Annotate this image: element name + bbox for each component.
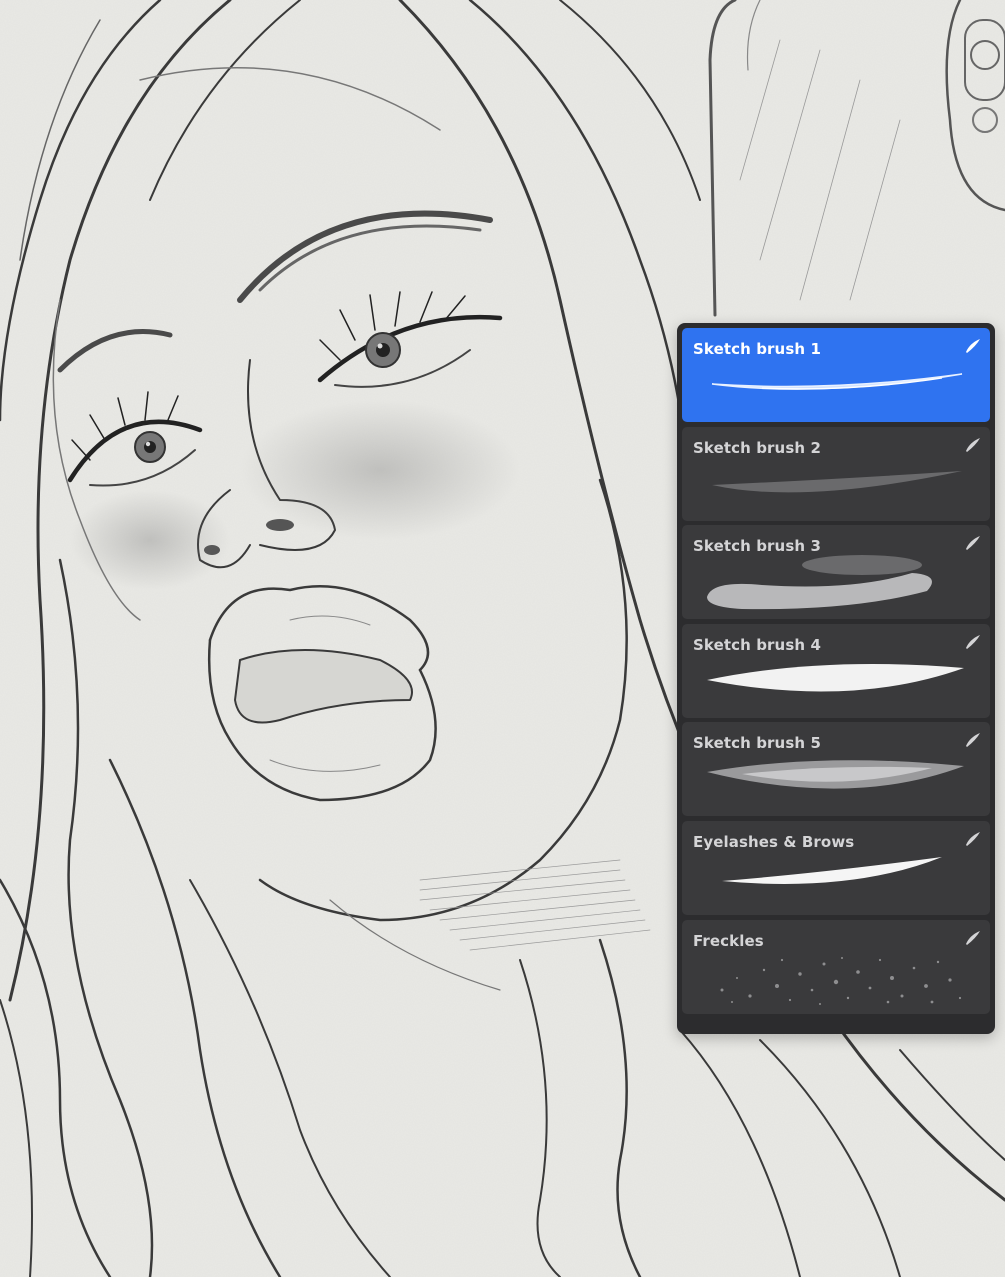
- brush-preview-stroke: [722, 856, 942, 884]
- brush-item-sketch-brush-5[interactable]: Sketch brush 5: [682, 722, 990, 817]
- brush-stroke-icon: [966, 437, 980, 452]
- brush-item-label: Sketch brush 4: [693, 635, 821, 654]
- brush-stroke-icon: [966, 831, 980, 846]
- brush-item-sketch-brush-3[interactable]: Sketch brush 3: [682, 525, 990, 620]
- brush-stroke-icon: [966, 930, 980, 945]
- brush-item-label: Freckles: [693, 931, 764, 950]
- brush-preview-stroke: [707, 760, 964, 789]
- brush-item-freckles[interactable]: Freckles: [682, 919, 990, 1014]
- brush-item-sketch-brush-4[interactable]: Sketch brush 4: [682, 623, 990, 718]
- brush-item-label: Sketch brush 2: [693, 438, 821, 457]
- brush-preview-stroke: [712, 470, 962, 493]
- brush-item-label: Sketch brush 5: [693, 734, 821, 753]
- brush-item-sketch-brush-1[interactable]: Sketch brush 1: [682, 328, 990, 422]
- brush-stroke-icon: [966, 536, 980, 551]
- brush-item-label: Eyelashes & Brows: [693, 832, 855, 851]
- brush-preview-stroke: [707, 663, 964, 692]
- brush-item-eyelashes-brows[interactable]: Eyelashes & Brows: [682, 820, 990, 915]
- brush-preview-stroke: [720, 956, 962, 1005]
- brush-stroke-icon: [966, 339, 980, 353]
- brush-preview-stroke: [711, 373, 963, 390]
- brush-preview-stroke: [707, 555, 932, 610]
- brush-stroke-icon: [966, 733, 980, 748]
- brush-library-panel: Sketch brush 1 Sketch brush 2 Sketch bru…: [677, 323, 995, 1034]
- brush-item-label: Sketch brush 1: [693, 340, 821, 358]
- brush-stroke-icon: [966, 634, 980, 649]
- brush-item-label: Sketch brush 3: [693, 537, 821, 556]
- brush-item-sketch-brush-2[interactable]: Sketch brush 2: [682, 426, 990, 521]
